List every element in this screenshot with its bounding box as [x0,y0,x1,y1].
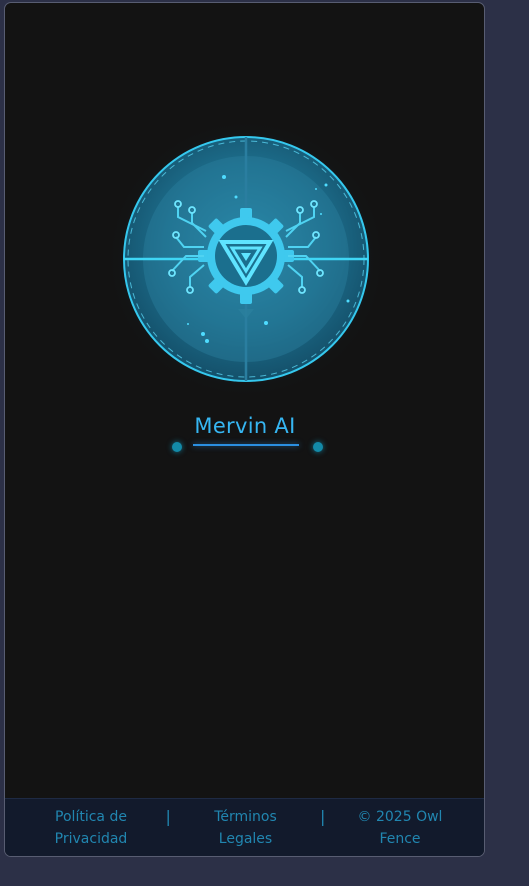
brand-title: Mervin AI [194,414,296,438]
footer-separator: | [320,807,326,826]
legal-terms-link-line1: Términos [214,808,277,825]
legal-terms-link[interactable]: Términos Legales [192,806,300,850]
copyright-link[interactable]: © 2025 Owl Fence [346,806,454,850]
privacy-policy-link-line1: Política de [55,808,127,825]
copyright-line1: © 2025 Owl [357,808,443,825]
privacy-policy-link[interactable]: Política de Privacidad [37,806,145,850]
brand-underline [193,444,299,446]
logo-emblem-icon [106,119,386,399]
copyright-line2: Fence [379,830,421,847]
main-panel: Mervin AI Política de Privacidad | Térmi… [4,2,485,857]
footer-separator: | [165,807,171,826]
privacy-policy-link-line2: Privacidad [54,830,128,847]
brand-dot-left-icon [172,442,182,452]
brand-dot-right-icon [313,442,323,452]
brand-block: Mervin AI [165,411,325,461]
footer: Política de Privacidad | Términos Legale… [5,798,484,856]
legal-terms-link-line2: Legales [218,830,273,847]
